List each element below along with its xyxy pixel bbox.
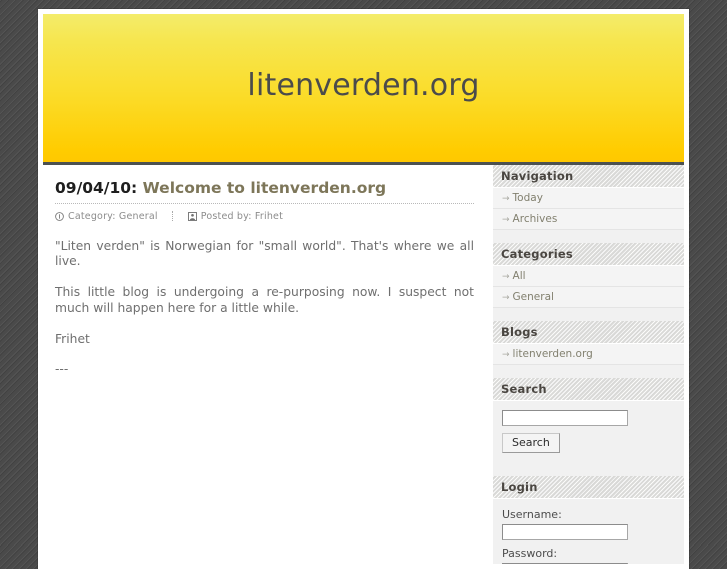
page-columns: 09/04/10: Welcome to litenverden.org Cat…	[43, 165, 684, 564]
post-title: 09/04/10: Welcome to litenverden.org	[55, 179, 474, 204]
site-title: litenverden.org	[247, 67, 480, 103]
username-input[interactable]	[502, 524, 628, 540]
search-panel: Search	[493, 401, 684, 463]
sidebar-item-label: litenverden.org	[512, 348, 593, 360]
sidebar-spacer	[493, 463, 684, 476]
sidebar-item-today[interactable]: → Today	[493, 188, 684, 209]
sidebar-heading-categories: Categories	[493, 243, 684, 266]
sidebar-item-label: General	[512, 291, 554, 303]
post-date: 09/04/10:	[55, 179, 138, 197]
sidebar-heading-navigation: Navigation	[493, 165, 684, 188]
meta-divider	[171, 211, 174, 222]
post-paragraph: ---	[55, 362, 69, 377]
sidebar: Navigation → Today → Archives Categories →…	[492, 165, 684, 564]
sidebar-heading-search: Search	[493, 378, 684, 401]
post-author: Posted by: Frihet	[187, 210, 284, 222]
sidebar-item-label: Today	[512, 192, 543, 204]
sidebar-item-label: All	[512, 270, 526, 282]
password-label: Password:	[502, 547, 558, 560]
username-label: Username:	[502, 508, 562, 521]
arrow-icon: →	[502, 215, 510, 225]
sidebar-spacer	[493, 365, 684, 378]
sidebar-heading-blogs: Blogs	[493, 321, 684, 344]
post-paragraph: "Liten verden" is Norwegian for "small w…	[55, 238, 474, 269]
post-category-label: Category: General	[68, 210, 158, 222]
sidebar-spacer	[493, 308, 684, 321]
search-button[interactable]: Search	[502, 433, 560, 453]
post-title-text: Welcome to litenverden.org	[137, 179, 387, 197]
post-category: Category: General	[55, 211, 158, 222]
page-inner: litenverden.org 09/04/10: Welcome to lit…	[43, 14, 684, 564]
sidebar-item-general[interactable]: → General	[493, 287, 684, 308]
arrow-icon: →	[502, 350, 510, 360]
site-banner: litenverden.org	[43, 14, 684, 165]
post-meta: Category: General Posted by: Frihet	[55, 211, 474, 222]
post-author-label: Posted by: Frihet	[200, 210, 284, 222]
arrow-icon: →	[502, 194, 510, 204]
sidebar-item-archives[interactable]: → Archives	[493, 209, 684, 230]
sidebar-heading-login: Login	[493, 476, 684, 499]
user-square-icon	[187, 211, 197, 221]
arrow-icon: →	[502, 272, 510, 282]
post-body: "Liten verden" is Norwegian for "small w…	[55, 239, 474, 378]
page-frame: litenverden.org 09/04/10: Welcome to lit…	[38, 9, 689, 569]
search-input[interactable]	[502, 410, 628, 426]
sidebar-item-label: Archives	[512, 213, 558, 225]
main-content: 09/04/10: Welcome to litenverden.org Cat…	[43, 165, 492, 564]
sidebar-item-all[interactable]: → All	[493, 266, 684, 287]
sidebar-spacer	[493, 230, 684, 243]
sidebar-item-litenverden[interactable]: → litenverden.org	[493, 344, 684, 365]
post-paragraph: This little blog is undergoing a re-purp…	[55, 285, 474, 315]
login-panel: Username: Password:	[493, 499, 684, 564]
info-circle-icon	[55, 211, 64, 221]
password-input[interactable]	[502, 563, 628, 564]
arrow-icon: →	[502, 293, 510, 303]
post-paragraph: Frihet	[55, 331, 90, 346]
